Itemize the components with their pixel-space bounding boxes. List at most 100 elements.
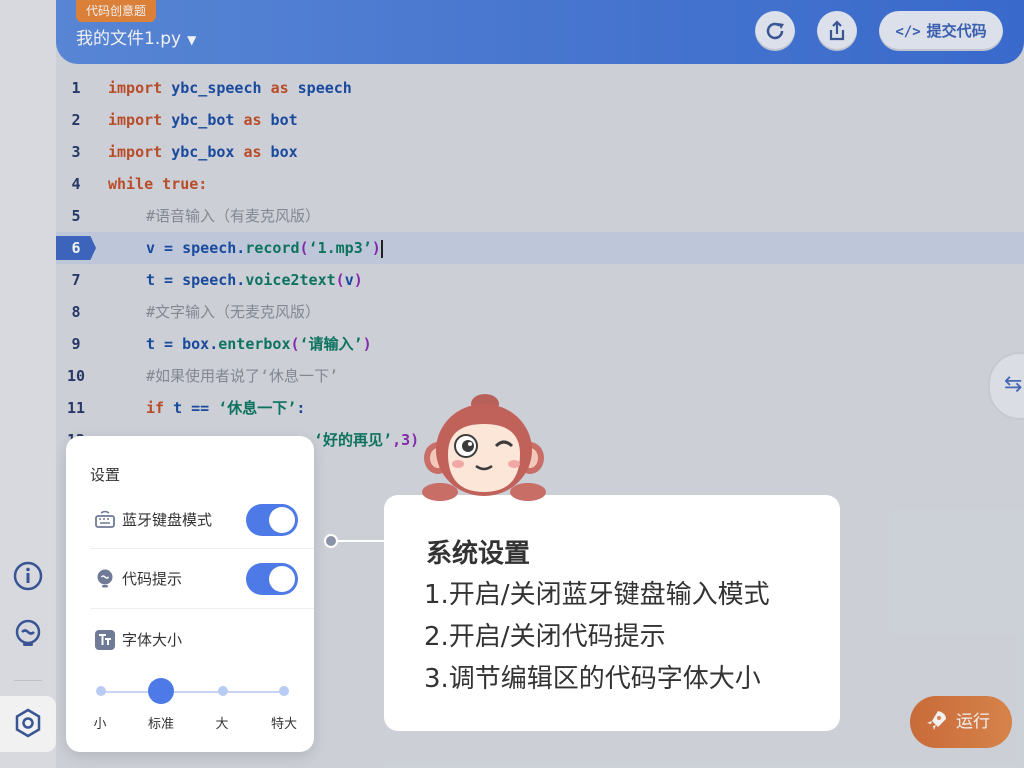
keyword-token: import xyxy=(108,79,163,97)
settings-panel: 设置 蓝牙键盘模式 代码提示 字体大小 小 标准 大 特大 xyxy=(66,436,314,752)
refresh-button[interactable] xyxy=(755,11,795,51)
font-size-label: 字体大小 xyxy=(122,631,183,649)
code-line[interactable]: 1 import ybc_speech as speech xyxy=(56,72,1024,104)
line-number: 11 xyxy=(66,399,86,417)
paren-token: ( xyxy=(335,271,345,289)
bluetooth-keyboard-label: 蓝牙键盘模式 xyxy=(122,511,213,529)
code-line[interactable]: 9 t = box.enterbox(‘请输入’) xyxy=(56,328,1024,360)
code-line[interactable]: 2 import ybc_bot as bot xyxy=(56,104,1024,136)
comment-token: #语音输入（有麦克风版） xyxy=(146,207,321,225)
font-size-option-standard[interactable]: 标准 xyxy=(141,713,181,732)
bluetooth-keyboard-toggle[interactable] xyxy=(246,504,298,536)
keyword-token: import xyxy=(108,111,163,129)
paren-token: ) xyxy=(362,335,372,353)
lightbulb-icon xyxy=(97,569,113,588)
arg-token: v xyxy=(344,271,354,289)
code-token: v = speech. xyxy=(146,239,246,257)
font-size-option-small[interactable]: 小 xyxy=(80,713,120,732)
settings-divider xyxy=(90,608,314,609)
string-token: ‘1.mp3’ xyxy=(308,239,372,257)
font-size-slider-thumb[interactable] xyxy=(148,678,174,704)
code-hint-row: 代码提示 xyxy=(90,550,298,608)
challenge-badge: 代码创意题 xyxy=(76,0,157,22)
callout-connector xyxy=(330,540,386,542)
font-size-stop-xlarge[interactable] xyxy=(279,686,289,696)
toggle-knob xyxy=(269,507,295,533)
run-button[interactable]: 运行 xyxy=(910,696,1012,748)
paren-token: ) xyxy=(353,271,363,289)
function-token: voice2text xyxy=(245,271,336,289)
bluetooth-keyboard-row: 蓝牙键盘模式 xyxy=(90,491,298,549)
line-number: 6 xyxy=(71,239,81,257)
editor-header: 代码创意题 我的文件1.py ▼ </> 提交代码 xyxy=(56,0,1024,64)
filename-dropdown[interactable]: 我的文件1.py ▼ xyxy=(76,28,196,51)
comment-token: #如果使用者说了‘休息一下’ xyxy=(146,367,339,385)
toggle-knob xyxy=(269,566,295,592)
code-line[interactable]: 5 #语音输入（有麦克风版） xyxy=(56,200,1024,232)
line-number: 8 xyxy=(71,303,81,321)
line-number: 9 xyxy=(71,335,81,353)
chevron-down-icon: ▼ xyxy=(187,33,197,47)
code-token: t = speech. xyxy=(146,271,246,289)
lightbulb-icon[interactable] xyxy=(12,618,44,650)
settings-button[interactable] xyxy=(0,696,56,752)
font-size-icon xyxy=(95,630,115,650)
line-number: 3 xyxy=(71,143,81,161)
string-token: ‘请输入’ xyxy=(299,335,363,353)
keyword-token: while true: xyxy=(108,175,208,193)
callout-title: 系统设置 xyxy=(426,539,531,569)
line-number: 5 xyxy=(71,207,81,225)
keyword-token: as xyxy=(270,79,289,97)
code-line[interactable]: 7 t = speech.voice2text(v) xyxy=(56,264,1024,296)
alias-token: bot xyxy=(261,111,298,129)
line-number: 1 xyxy=(71,79,81,97)
settings-divider xyxy=(90,548,314,549)
alias-token: box xyxy=(261,143,298,161)
callout-item: 1.开启/关闭蓝牙键盘输入模式 xyxy=(424,580,770,610)
code-token: : xyxy=(296,399,306,417)
paren-token: ( xyxy=(299,239,309,257)
monkey-mascot-icon xyxy=(422,394,546,501)
code-line[interactable]: 4 while true: xyxy=(56,168,1024,200)
module-token: ybc_bot xyxy=(162,111,244,129)
alias-token: speech xyxy=(288,79,352,97)
run-label: 运行 xyxy=(956,712,990,732)
filename-label: 我的文件1.py xyxy=(76,29,182,49)
module-token: ybc_speech xyxy=(162,79,271,97)
paren-token: ( xyxy=(290,335,300,353)
line-number: 10 xyxy=(66,367,86,385)
submit-code-label: 提交代码 xyxy=(926,22,987,40)
string-token: ‘休息一下’ xyxy=(218,399,297,417)
font-size-stop-large[interactable] xyxy=(218,686,228,696)
font-size-slider-track[interactable] xyxy=(100,691,286,693)
rocket-icon xyxy=(927,711,946,730)
left-rail xyxy=(0,0,56,768)
font-size-stop-small[interactable] xyxy=(96,686,106,696)
code-line-active[interactable]: 6 v = speech.record(‘1.mp3’) xyxy=(56,232,1024,264)
function-token: record xyxy=(245,239,300,257)
keyword-token: if xyxy=(146,399,165,417)
function-token: enterbox xyxy=(218,335,291,353)
font-size-option-xlarge[interactable]: 特大 xyxy=(264,713,304,732)
code-token: t == xyxy=(164,399,219,417)
share-button[interactable] xyxy=(817,11,857,51)
code-line[interactable]: 3 import ybc_box as box xyxy=(56,136,1024,168)
string-token: ‘好的再见’ xyxy=(314,431,393,449)
code-hint-label: 代码提示 xyxy=(122,570,183,588)
line-number: 7 xyxy=(71,271,81,289)
line-number: 4 xyxy=(71,175,81,193)
keyboard-icon xyxy=(95,510,115,528)
swap-icon: ⇆ xyxy=(1004,372,1023,397)
code-line[interactable]: 8 #文字输入（无麦克风版） xyxy=(56,296,1024,328)
keyword-token: as xyxy=(243,143,262,161)
settings-hex-icon xyxy=(15,708,41,738)
info-icon[interactable] xyxy=(12,560,44,592)
keyword-token: as xyxy=(243,111,262,129)
submit-code-button[interactable]: </> 提交代码 xyxy=(879,11,1003,51)
code-hint-toggle[interactable] xyxy=(246,563,298,595)
font-size-row: 字体大小 xyxy=(90,611,298,669)
callout-connector-dot xyxy=(324,534,338,548)
tutorial-callout: 系统设置 1.开启/关闭蓝牙键盘输入模式 2.开启/关闭代码提示 3.调节编辑区… xyxy=(384,495,840,731)
callout-item: 2.开启/关闭代码提示 xyxy=(424,622,666,652)
font-size-option-large[interactable]: 大 xyxy=(202,713,242,732)
